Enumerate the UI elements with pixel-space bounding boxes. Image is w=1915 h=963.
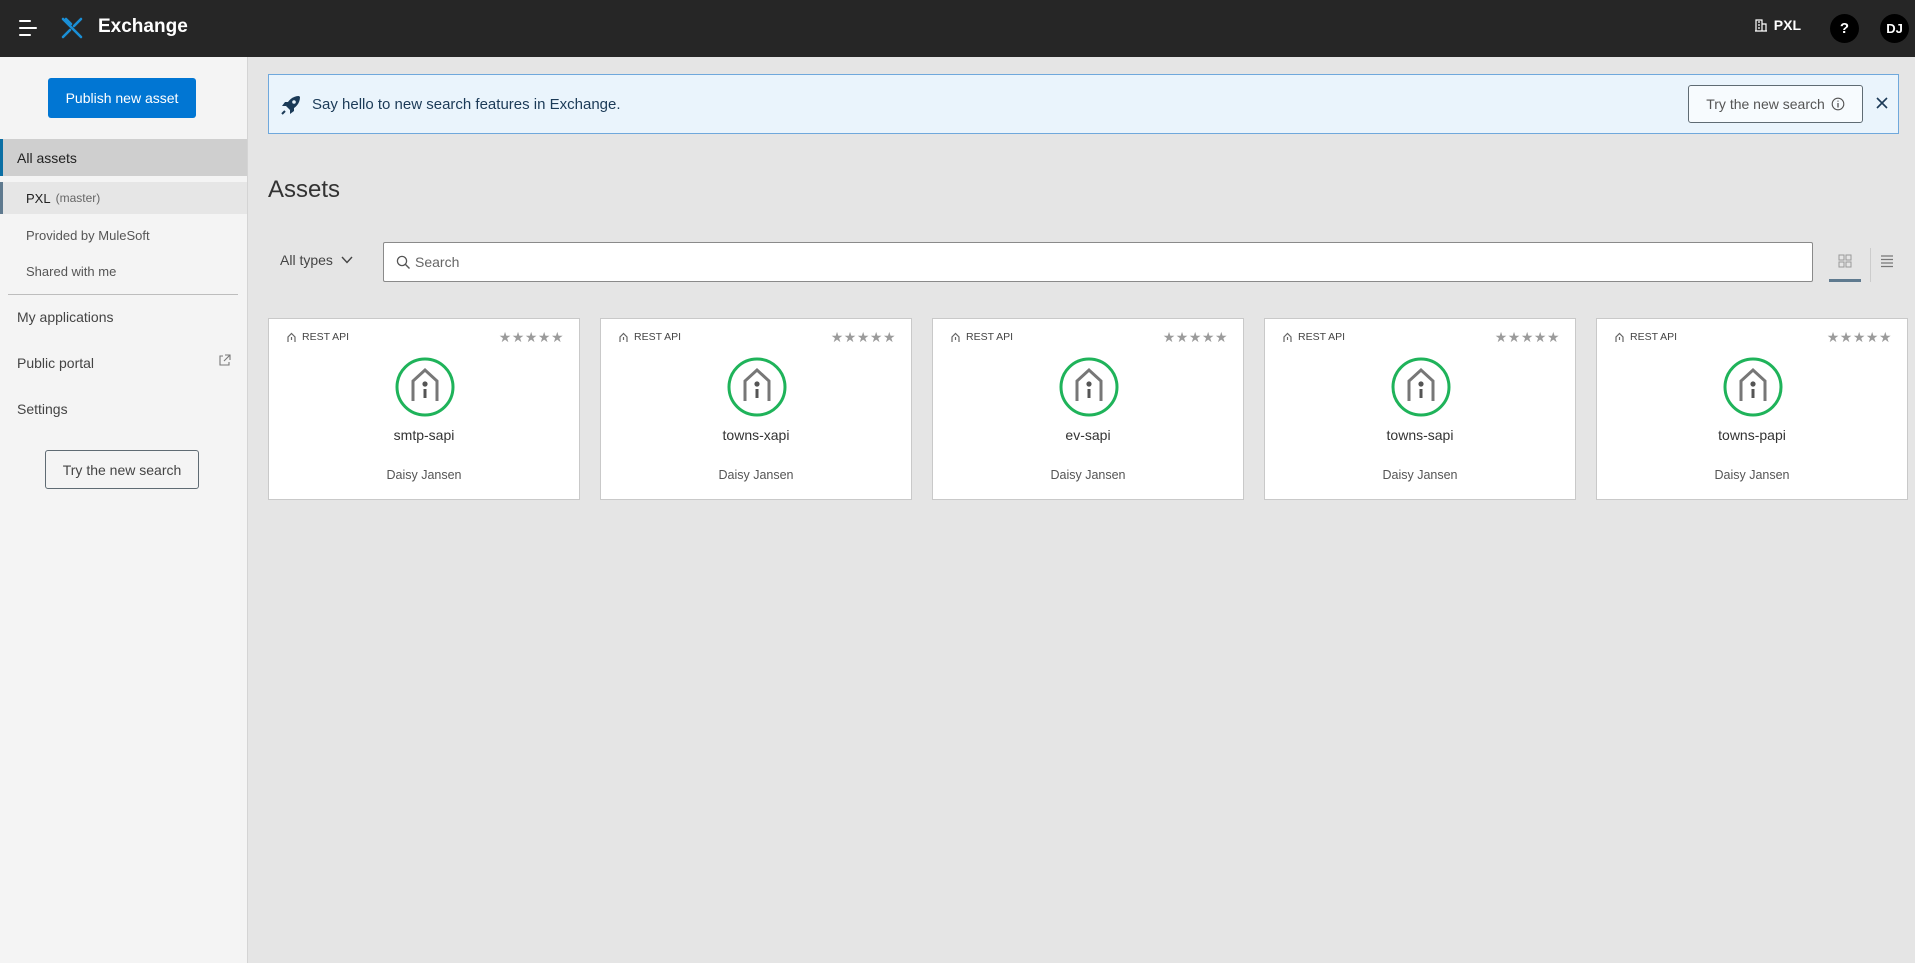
help-button[interactable]: ? (1830, 14, 1859, 43)
asset-type: REST API (1282, 331, 1345, 343)
top-bar: Exchange PXL ? DJ (0, 0, 1915, 57)
sidebar-item-public-portal[interactable]: Public portal (17, 355, 94, 371)
grid-view-toggle[interactable] (1829, 248, 1861, 282)
rest-api-icon (951, 332, 960, 342)
asset-type: REST API (1614, 331, 1677, 343)
rating-stars-icon[interactable]: ★★★★★ (831, 329, 896, 346)
asset-name: ev-sapi (1065, 427, 1111, 443)
rating-stars-icon[interactable]: ★★★★★ (499, 329, 564, 346)
asset-author: Daisy Jansen (1050, 468, 1126, 482)
asset-type-label: REST API (1630, 331, 1678, 343)
search-field[interactable] (383, 242, 1813, 282)
rest-api-icon (1615, 332, 1624, 342)
sidebar-item-label: PXL (26, 190, 51, 206)
asset-name: towns-papi (1718, 427, 1786, 443)
rating-stars-icon[interactable]: ★★★★★ (1163, 329, 1228, 346)
asset-type-dropdown[interactable]: All types (280, 252, 353, 268)
rest-api-icon (287, 332, 296, 342)
list-view-toggle[interactable] (1870, 248, 1902, 282)
api-icon (1391, 357, 1451, 417)
asset-type-label: REST API (302, 331, 350, 343)
asset-card[interactable]: REST API ★★★★★ towns-sapi Daisy Jansen (1264, 318, 1576, 500)
asset-name: towns-sapi (1386, 427, 1454, 443)
api-icon (1723, 357, 1783, 417)
asset-card[interactable]: REST API ★★★★★ towns-papi Daisy Jansen (1596, 318, 1908, 500)
list-icon (1880, 255, 1893, 268)
asset-type-label: All types (280, 252, 333, 268)
api-icon (1059, 357, 1119, 417)
publish-new-asset-button[interactable]: Publish new asset (48, 78, 196, 118)
asset-type-label: REST API (634, 331, 682, 343)
menu-icon[interactable] (19, 20, 39, 36)
asset-author: Daisy Jansen (1382, 468, 1458, 482)
rating-stars-icon[interactable]: ★★★★★ (1495, 329, 1560, 346)
asset-card[interactable]: REST API ★★★★★ smtp-sapi Daisy Jansen (268, 318, 580, 500)
sidebar-item-pxl[interactable]: PXL (master) (0, 182, 247, 214)
banner-try-label: Try the new search (1706, 96, 1825, 112)
sidebar-item-detail: (master) (55, 191, 101, 205)
chevron-down-icon (341, 256, 353, 264)
asset-name: smtp-sapi (393, 427, 455, 443)
asset-type-label: REST API (1298, 331, 1346, 343)
rest-api-icon (619, 332, 628, 342)
search-announcement-banner: Say hello to new search features in Exch… (268, 74, 1899, 134)
api-icon (395, 357, 455, 417)
info-icon (1831, 97, 1845, 111)
external-link-icon[interactable] (218, 354, 231, 367)
asset-type: REST API (618, 331, 681, 343)
asset-author: Daisy Jansen (1714, 468, 1790, 482)
search-input[interactable] (415, 243, 1805, 281)
sidebar-item-shared-with-me[interactable]: Shared with me (0, 255, 247, 287)
asset-card[interactable]: REST API ★★★★★ towns-xapi Daisy Jansen (600, 318, 912, 500)
banner-message: Say hello to new search features in Exch… (312, 96, 621, 113)
sidebar-item-provided-by-mulesoft[interactable]: Provided by MuleSoft (0, 219, 247, 251)
try-new-search-button[interactable]: Try the new search (45, 450, 199, 489)
asset-type: REST API (950, 331, 1013, 343)
banner-try-new-search-button[interactable]: Try the new search (1688, 85, 1863, 123)
rocket-icon (281, 96, 300, 115)
org-name: PXL (1773, 17, 1801, 33)
asset-type: REST API (286, 331, 349, 343)
app-title[interactable]: Exchange (98, 16, 188, 38)
sidebar-item-settings[interactable]: Settings (17, 401, 68, 417)
rest-api-icon (1283, 332, 1292, 342)
exchange-logo-icon[interactable] (60, 16, 84, 40)
building-icon (1754, 19, 1767, 32)
asset-author: Daisy Jansen (386, 468, 462, 482)
sidebar-item-all-assets[interactable]: All assets (0, 139, 247, 176)
sidebar: Publish new asset All assets PXL (master… (0, 57, 248, 963)
asset-type-label: REST API (966, 331, 1014, 343)
close-icon[interactable] (1874, 95, 1890, 111)
asset-name: towns-xapi (722, 427, 790, 443)
grid-icon (1838, 254, 1852, 268)
asset-card[interactable]: REST API ★★★★★ ev-sapi Daisy Jansen (932, 318, 1244, 500)
asset-grid: REST API ★★★★★ smtp-sapi Daisy Jansen RE… (268, 318, 1909, 500)
sidebar-divider (8, 294, 238, 295)
user-avatar[interactable]: DJ (1880, 14, 1909, 43)
page-title: Assets (268, 176, 341, 203)
api-icon (727, 357, 787, 417)
org-switcher[interactable]: PXL (1754, 17, 1801, 33)
rating-stars-icon[interactable]: ★★★★★ (1827, 329, 1892, 346)
search-icon (396, 255, 410, 269)
sidebar-item-my-applications[interactable]: My applications (17, 309, 114, 325)
asset-author: Daisy Jansen (718, 468, 794, 482)
